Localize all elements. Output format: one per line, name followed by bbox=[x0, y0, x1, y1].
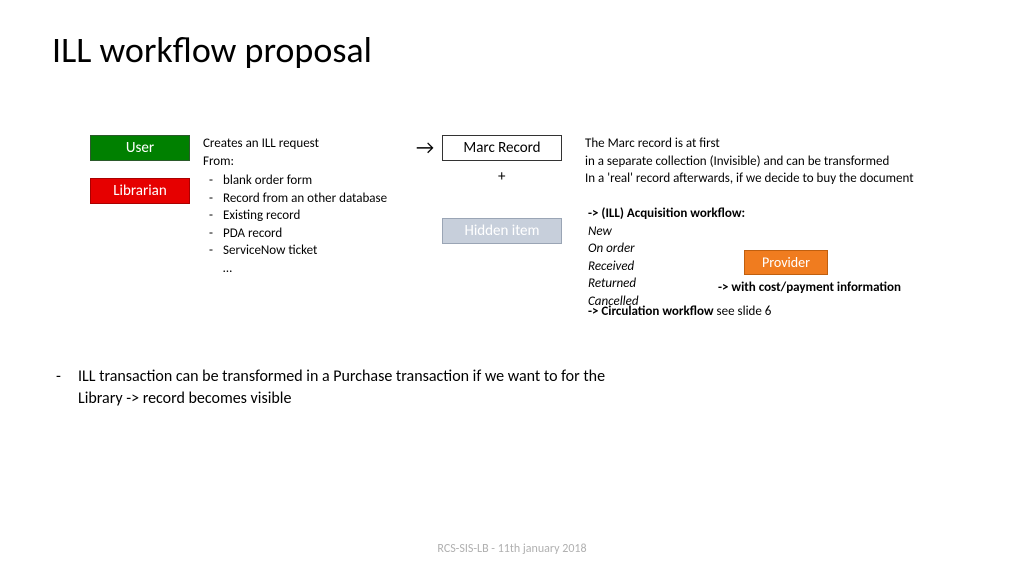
acq-status: Received bbox=[588, 258, 745, 276]
slide-title: ILL workflow proposal bbox=[52, 28, 372, 72]
plus-symbol: + bbox=[498, 168, 505, 186]
marc-record-box: Marc Record bbox=[442, 135, 562, 161]
creates-text: Creates an ILL request From: blank order… bbox=[203, 135, 387, 277]
circ-rest: see slide 6 bbox=[717, 304, 772, 319]
creates-line1: Creates an ILL request bbox=[203, 135, 387, 153]
arrow-icon: → bbox=[416, 136, 434, 160]
creates-item: PDA record bbox=[203, 225, 387, 243]
main-bullet: -ILL transaction can be transformed in a… bbox=[56, 366, 605, 411]
hidden-item-box: Hidden item bbox=[442, 218, 562, 244]
circ-bold: -> Circulation workflow bbox=[588, 304, 717, 319]
creates-line2: From: bbox=[203, 153, 387, 171]
acq-header: -> (ILL) Acquisition workflow: bbox=[588, 205, 745, 223]
acq-status: New bbox=[588, 223, 745, 241]
librarian-box: Librarian bbox=[90, 178, 190, 204]
marc-desc-line: The Marc record is at first bbox=[585, 135, 914, 153]
bullet-line: Library -> record becomes visible bbox=[56, 388, 605, 410]
creates-ellipsis: … bbox=[203, 260, 387, 278]
marc-description: The Marc record is at first in a separat… bbox=[585, 135, 914, 188]
bullet-line: ILL transaction can be transformed in a … bbox=[78, 367, 605, 386]
cost-info: -> with cost/payment information bbox=[718, 280, 901, 295]
marc-desc-line: in a separate collection (Invisible) and… bbox=[585, 153, 914, 171]
circulation-workflow: -> Circulation workflow see slide 6 bbox=[588, 304, 771, 319]
acq-status: On order bbox=[588, 240, 745, 258]
marc-desc-line: In a 'real' record afterwards, if we dec… bbox=[585, 170, 914, 188]
user-box: User bbox=[90, 135, 190, 161]
creates-item: blank order form bbox=[203, 172, 387, 190]
provider-box: Provider bbox=[744, 250, 828, 275]
creates-item: Existing record bbox=[203, 207, 387, 225]
creates-item: Record from an other database bbox=[203, 190, 387, 208]
creates-item: ServiceNow ticket bbox=[203, 242, 387, 260]
footer-text: RCS-SIS-LB - 11th january 2018 bbox=[0, 542, 1024, 556]
